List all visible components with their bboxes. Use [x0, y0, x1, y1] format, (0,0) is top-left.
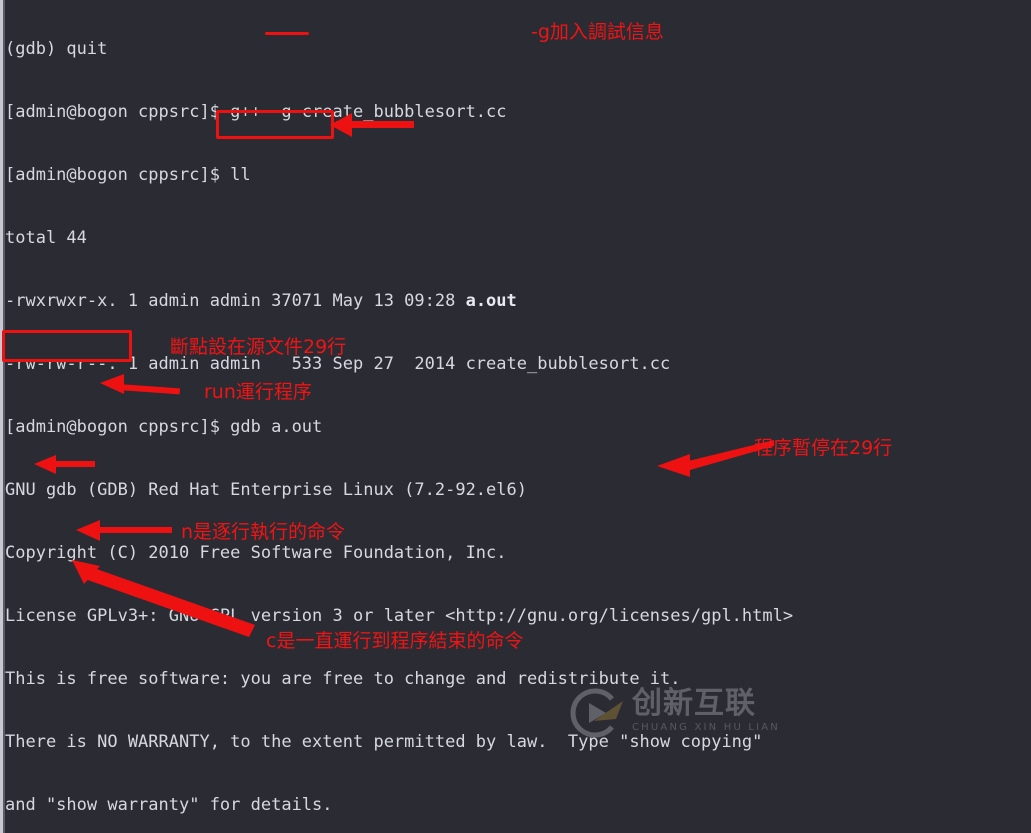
terminal-line: total 44	[5, 228, 87, 248]
underline-g-flag	[265, 32, 309, 35]
note-continue: c是一直運行到程序結束的命令	[266, 630, 524, 652]
watermark-subtitle: CHUANG XIN HU LIAN	[632, 722, 780, 733]
terminal-line: GNU gdb (GDB) Red Hat Enterprise Linux (…	[5, 480, 527, 500]
highlight-box-gdb-a-out	[216, 110, 334, 139]
terminal-line: [admin@bogon cppsrc]$ ll	[5, 165, 251, 185]
terminal-line: There is NO WARRANTY, to the extent perm…	[5, 732, 763, 752]
terminal-line: [admin@bogon cppsrc]$ gdb a.out	[5, 417, 323, 437]
note-run: run運行程序	[204, 381, 312, 403]
terminal-window: (gdb) quit [admin@bogon cppsrc]$ g++ -g …	[0, 0, 1031, 833]
file-listing-a-out: -rwxrwxr-x. 1 admin admin 37071 May 13 0…	[5, 291, 517, 311]
terminal-line: [admin@bogon cppsrc]$ g++ -g create_bubb…	[5, 102, 507, 122]
watermark-title: 创新互联	[632, 686, 756, 721]
note-pause: 程序暫停在29行	[754, 437, 893, 459]
note-breakpoint: 斷點設在源文件29行	[170, 336, 347, 358]
terminal-line: License GPLv3+: GNU GPL version 3 or lat…	[5, 606, 794, 626]
watermark-logo-icon	[570, 688, 623, 738]
note-next: n是逐行執行的命令	[181, 521, 346, 543]
terminal-line: -rw-rw-r--. 1 admin admin 533 Sep 27 201…	[5, 354, 671, 374]
highlight-box-b-29	[2, 330, 132, 362]
terminal-line-a-out: -rwxrwxr-x. 1 admin admin 37071 May 13 0…	[5, 291, 1031, 312]
watermark: 创新互联 CHUANG XIN HU LIAN	[566, 687, 781, 743]
terminal-line: This is free software: you are free to c…	[5, 669, 681, 689]
terminal-line: (gdb) quit	[5, 39, 108, 59]
terminal-line: and "show warranty" for details.	[5, 795, 333, 815]
executable-name: a.out	[465, 291, 517, 311]
note-g-flag: -g加入調試信息	[531, 21, 664, 43]
terminal-output[interactable]: (gdb) quit [admin@bogon cppsrc]$ g++ -g …	[5, 0, 1031, 833]
terminal-line: Copyright (C) 2010 Free Software Foundat…	[5, 543, 507, 563]
